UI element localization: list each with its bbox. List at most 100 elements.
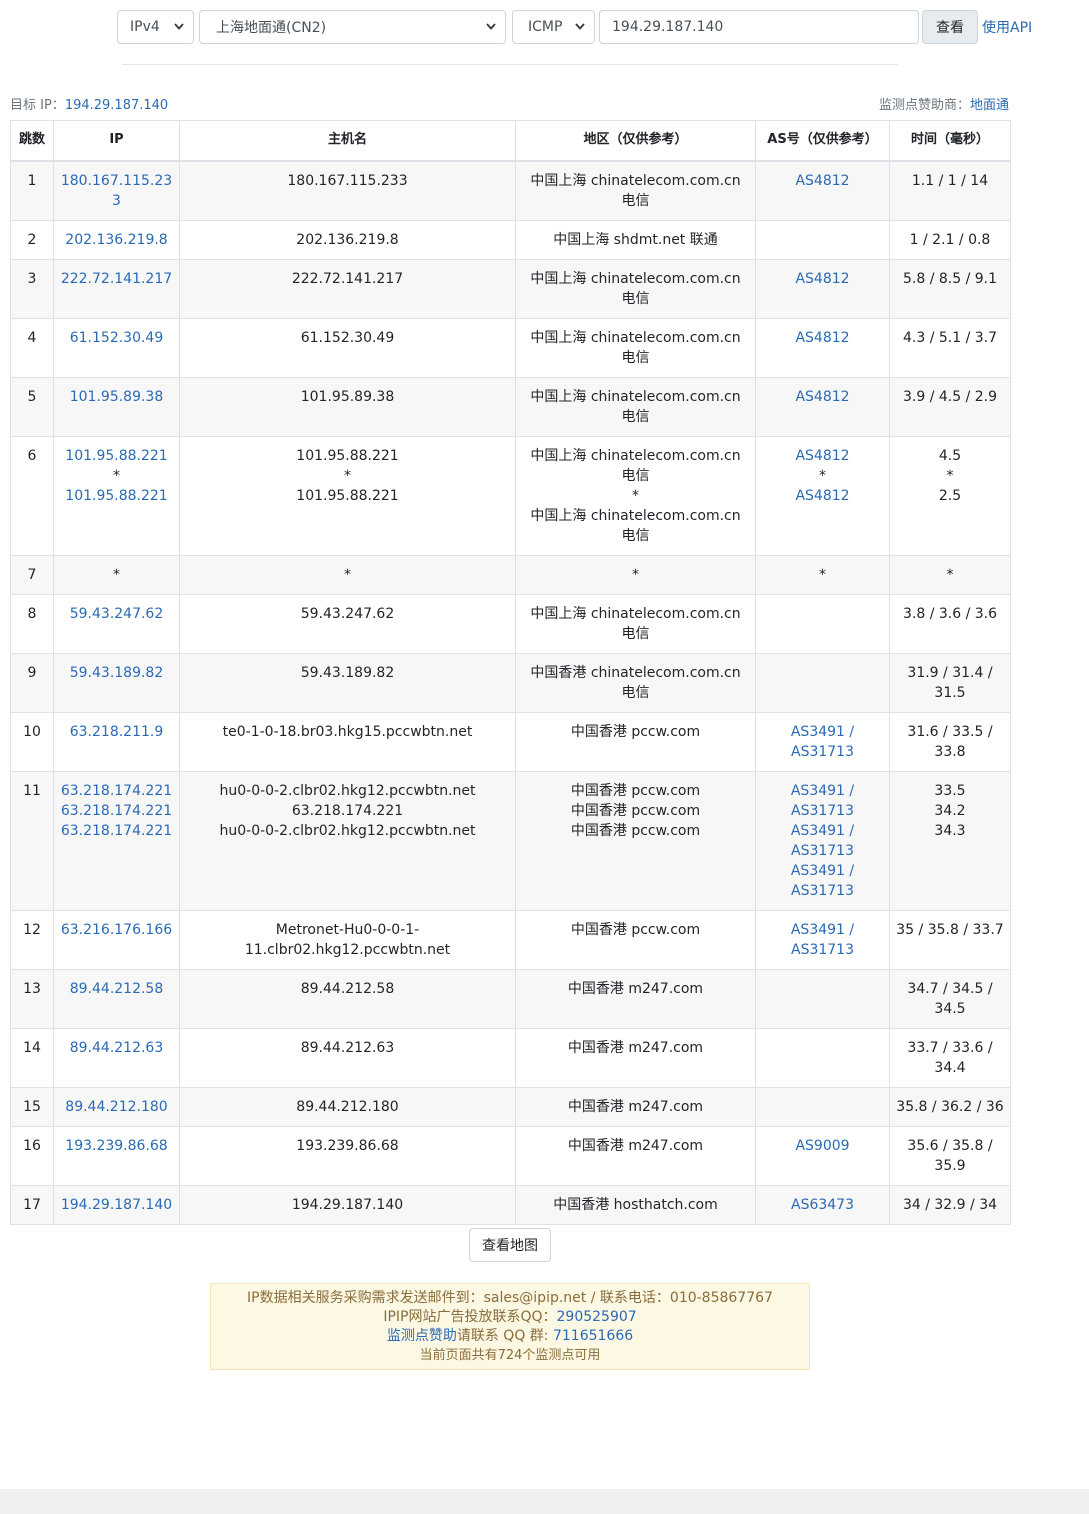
cell-time: 33.7 / 33.6 / 34.4	[889, 1028, 1011, 1088]
cell-as-value[interactable]: AS4812	[762, 486, 883, 506]
cell-hostname: 61.152.30.49	[179, 318, 516, 378]
cell-as-value[interactable]: AS3491 / AS31713	[762, 722, 883, 762]
cell-ip: 101.95.89.38	[53, 377, 180, 437]
view-map-button[interactable]: 查看地图	[469, 1228, 551, 1262]
cell-hop: 3	[10, 259, 54, 319]
cell-ip-value[interactable]: 61.152.30.49	[60, 328, 173, 348]
table-row: 2 202.136.219.8 202.136.219.8 中国上海 shdmt.ne…	[10, 220, 1011, 260]
cell-as: AS3491 / AS31713 AS3491 / AS31713 AS3491 /…	[755, 771, 890, 911]
cell-ip-value[interactable]: 222.72.141.217	[60, 269, 173, 289]
cell-as-value[interactable]: AS4812	[762, 171, 883, 191]
cell-as: AS4812	[755, 259, 890, 319]
table-row: 17 194.29.187.140 194.29.187.140 中国香港 hosth…	[10, 1185, 1011, 1225]
cell-as: *	[755, 555, 890, 595]
table-row: 16 193.239.86.68 193.239.86.68 中国香港 m247.co…	[10, 1126, 1011, 1186]
cell-as-value[interactable]: AS3491 / AS31713	[762, 781, 883, 821]
target-input[interactable]: 194.29.187.140	[599, 10, 919, 44]
cell-as-value[interactable]: AS3491 / AS31713	[762, 821, 883, 861]
cell-as-value[interactable]: AS63473	[762, 1195, 883, 1215]
cell-hostname: 202.136.219.8	[179, 220, 516, 260]
cell-time-value: *	[946, 567, 954, 583]
sponsor-info: 监测点赞助商：地面通	[879, 94, 1009, 113]
cell-as: AS4812	[755, 377, 890, 437]
table-row: 7 * * * * *	[10, 555, 1011, 595]
cell-as-value[interactable]: AS9009	[762, 1136, 883, 1156]
cell-region-value: 中国香港 pccw.com	[570, 803, 701, 819]
table-row: 10 63.218.211.9 te0-1-0-18.br03.hkg15.pccw…	[10, 712, 1011, 772]
api-link[interactable]: 使用API	[982, 17, 1032, 37]
cell-ip-value[interactable]: 202.136.219.8	[60, 230, 173, 250]
cell-time-value: 34.3	[934, 823, 966, 839]
cell-time: 1 / 2.1 / 0.8	[889, 220, 1011, 260]
cell-region: 中国上海 chinatelecom.com.cn 电信	[515, 377, 756, 437]
cell-as-value[interactable]: AS4812	[762, 387, 883, 407]
cell-region-value: 中国香港 m247.com	[567, 1099, 704, 1115]
ip-version-select[interactable]: IPv4	[117, 10, 194, 44]
cell-ip-value[interactable]: 59.43.247.62	[60, 604, 173, 624]
cell-ip-value[interactable]: 194.29.187.140	[60, 1195, 173, 1215]
cell-region: 中国香港 hosthatch.com	[515, 1185, 756, 1225]
cell-as-value[interactable]: AS4812	[762, 269, 883, 289]
cell-hop: 1	[10, 160, 54, 221]
cell-time: 3.9 / 4.5 / 2.9	[889, 377, 1011, 437]
submit-button[interactable]: 查看	[922, 10, 978, 44]
cell-ip-value[interactable]: 101.95.88.221	[60, 486, 173, 506]
cell-region: 中国香港 pccw.com	[515, 910, 756, 970]
protocol-select[interactable]: ICMP	[512, 10, 595, 44]
table-row: 11 63.218.174.221 63.218.174.221 63.218.174…	[10, 771, 1011, 911]
cell-ip: 194.29.187.140	[53, 1185, 180, 1225]
col-header-hostname: 主机名	[179, 120, 516, 162]
chevron-down-icon	[174, 23, 184, 30]
cell-ip-value[interactable]: 101.95.89.38	[60, 387, 173, 407]
cell-hostname: 193.239.86.68	[179, 1126, 516, 1186]
cell-ip-value[interactable]: 193.239.86.68	[60, 1136, 173, 1156]
cell-ip-value[interactable]: 89.44.212.58	[60, 979, 173, 999]
cell-region-value: 中国香港 pccw.com	[570, 922, 701, 938]
cell-as: AS4812	[755, 318, 890, 378]
cell-time-value: 31.6 / 33.5 / 33.8	[907, 724, 993, 760]
cell-ip: 222.72.141.217	[53, 259, 180, 319]
cell-ip: 61.152.30.49	[53, 318, 180, 378]
cell-time-value: 1.1 / 1 / 14	[911, 173, 989, 189]
cell-ip-value[interactable]: 101.95.88.221	[60, 446, 173, 466]
cell-ip-value[interactable]: 63.218.211.9	[60, 722, 173, 742]
cell-region-value: 中国上海 chinatelecom.com.cn 电信	[530, 606, 741, 642]
cell-ip-value[interactable]: 89.44.212.180	[60, 1097, 173, 1117]
target-ip-link[interactable]: 194.29.187.140	[65, 98, 168, 113]
cell-hop: 15	[10, 1087, 54, 1127]
footer-line-sponsor: 监测点赞助请联系 QQ 群: 711651666	[211, 1327, 809, 1346]
sponsor-link[interactable]: 地面通	[970, 98, 1009, 113]
cell-hop: 16	[10, 1126, 54, 1186]
cell-hostname-value: *	[344, 468, 351, 484]
footer-qq-group-link[interactable]: 711651666	[553, 1328, 633, 1344]
table-row: 6 101.95.88.221 * 101.95.88.221 101.95.88.22…	[10, 436, 1011, 556]
cell-ip-value[interactable]: 63.218.174.221	[60, 781, 173, 801]
cell-ip-value[interactable]: 63.218.174.221	[60, 821, 173, 841]
cell-as	[755, 220, 890, 260]
cell-hop: 6	[10, 436, 54, 556]
footer-sponsor-link[interactable]: 监测点赞助	[387, 1328, 457, 1344]
footer-email-label: IP数据相关服务采购需求发送邮件到：	[247, 1290, 484, 1306]
cell-ip-value[interactable]: 89.44.212.63	[60, 1038, 173, 1058]
node-select[interactable]: 上海地面通(CN2)	[199, 10, 506, 44]
footer-ads-qq-link[interactable]: 290525907	[557, 1309, 637, 1325]
footer-line-ads: IPIP网站广告投放联系QQ：290525907	[211, 1308, 809, 1327]
cell-time: 34.7 / 34.5 / 34.5	[889, 969, 1011, 1029]
footer-email: sales@ipip.net	[483, 1290, 587, 1306]
cell-ip-value[interactable]: 180.167.115.233	[60, 171, 173, 211]
cell-time: 1.1 / 1 / 14	[889, 160, 1011, 221]
cell-ip: 89.44.212.63	[53, 1028, 180, 1088]
cell-as-value[interactable]: AS4812	[762, 328, 883, 348]
cell-hostname-value: 194.29.187.140	[291, 1197, 404, 1213]
node-value: 上海地面通(CN2)	[216, 20, 327, 36]
cell-ip-value[interactable]: 59.43.189.82	[60, 663, 173, 683]
cell-time: 31.6 / 33.5 / 33.8	[889, 712, 1011, 772]
cell-ip-value[interactable]: 63.216.176.166	[60, 920, 173, 940]
cell-ip-value[interactable]: 63.218.174.221	[60, 801, 173, 821]
cell-time: 33.5 34.2 34.3	[889, 771, 1011, 911]
cell-as-value[interactable]: AS3491 / AS31713	[762, 861, 883, 901]
cell-region-value: 中国上海 shdmt.net 联通	[553, 232, 718, 248]
cell-as-value[interactable]: AS4812	[762, 446, 883, 466]
table-body: 1 180.167.115.233 180.167.115.233 中国上海 chin…	[10, 160, 1011, 1225]
cell-as-value[interactable]: AS3491 / AS31713	[762, 920, 883, 960]
